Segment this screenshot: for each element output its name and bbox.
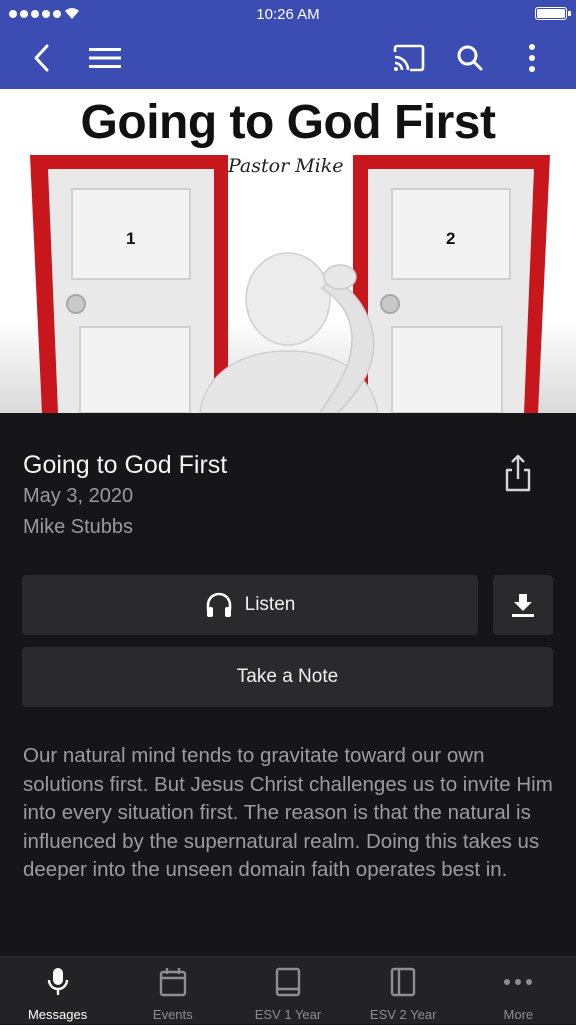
search-button[interactable] xyxy=(452,40,488,76)
calendar-icon xyxy=(158,967,188,997)
download-button[interactable] xyxy=(493,575,553,635)
take-a-note-button[interactable]: Take a Note xyxy=(22,647,553,707)
chevron-left-icon xyxy=(34,44,49,72)
take-a-note-label: Take a Note xyxy=(236,666,339,687)
share-button[interactable] xyxy=(500,452,536,494)
left-door xyxy=(30,155,228,413)
tab-more[interactable]: More xyxy=(461,957,576,1025)
cast-button[interactable] xyxy=(391,40,427,76)
artwork-title: Going to God First xyxy=(80,96,496,149)
message-description: Our natural mind tends to gravitate towa… xyxy=(23,744,553,882)
message-date: May 3, 2020 xyxy=(23,485,134,507)
right-door-number: 2 xyxy=(446,229,456,248)
book-icon xyxy=(273,967,303,997)
search-icon xyxy=(457,45,483,71)
left-door-number: 1 xyxy=(126,229,136,248)
artwork-subtitle: Pastor Mike xyxy=(228,155,344,177)
tab-esv-1-year[interactable]: ESV 1 Year xyxy=(230,957,345,1025)
tab-label: ESV 1 Year xyxy=(254,1007,322,1022)
headphones-icon xyxy=(206,592,231,617)
listen-label: Listen xyxy=(244,594,296,615)
battery-icon xyxy=(535,7,571,20)
status-time: 10:26 AM xyxy=(256,6,320,23)
tab-label: More xyxy=(503,1007,534,1022)
tab-events[interactable]: Events xyxy=(115,957,230,1025)
microphone-icon xyxy=(43,967,73,997)
status-bar: 10:26 AM xyxy=(0,0,576,30)
vertical-dots-icon xyxy=(529,44,535,72)
more-options-button[interactable] xyxy=(514,40,550,76)
tab-label: Messages xyxy=(27,1007,88,1022)
menu-button[interactable] xyxy=(87,40,123,76)
right-door xyxy=(353,155,550,413)
cast-icon xyxy=(393,44,425,72)
tab-bar: Messages Events ESV 1 Year ESV 2 Year Mo… xyxy=(0,956,576,1024)
share-icon xyxy=(505,454,531,492)
sermon-artwork: Going to God First Pastor Mike 1 2 xyxy=(0,89,576,413)
download-icon xyxy=(512,594,534,617)
book-open-icon xyxy=(388,967,418,997)
listen-button[interactable]: Listen xyxy=(22,575,478,635)
tab-esv-2-year[interactable]: ESV 2 Year xyxy=(346,957,461,1025)
more-dots-icon xyxy=(503,967,533,997)
top-bar: 10:26 AM xyxy=(0,0,576,89)
hamburger-menu-icon xyxy=(89,48,121,68)
message-title: Going to God First xyxy=(23,451,228,479)
tab-label: Events xyxy=(152,1007,193,1022)
tab-messages[interactable]: Messages xyxy=(0,957,115,1025)
message-speaker: Mike Stubbs xyxy=(23,516,134,538)
tab-label: ESV 2 Year xyxy=(369,1007,437,1022)
back-button[interactable] xyxy=(24,40,60,76)
